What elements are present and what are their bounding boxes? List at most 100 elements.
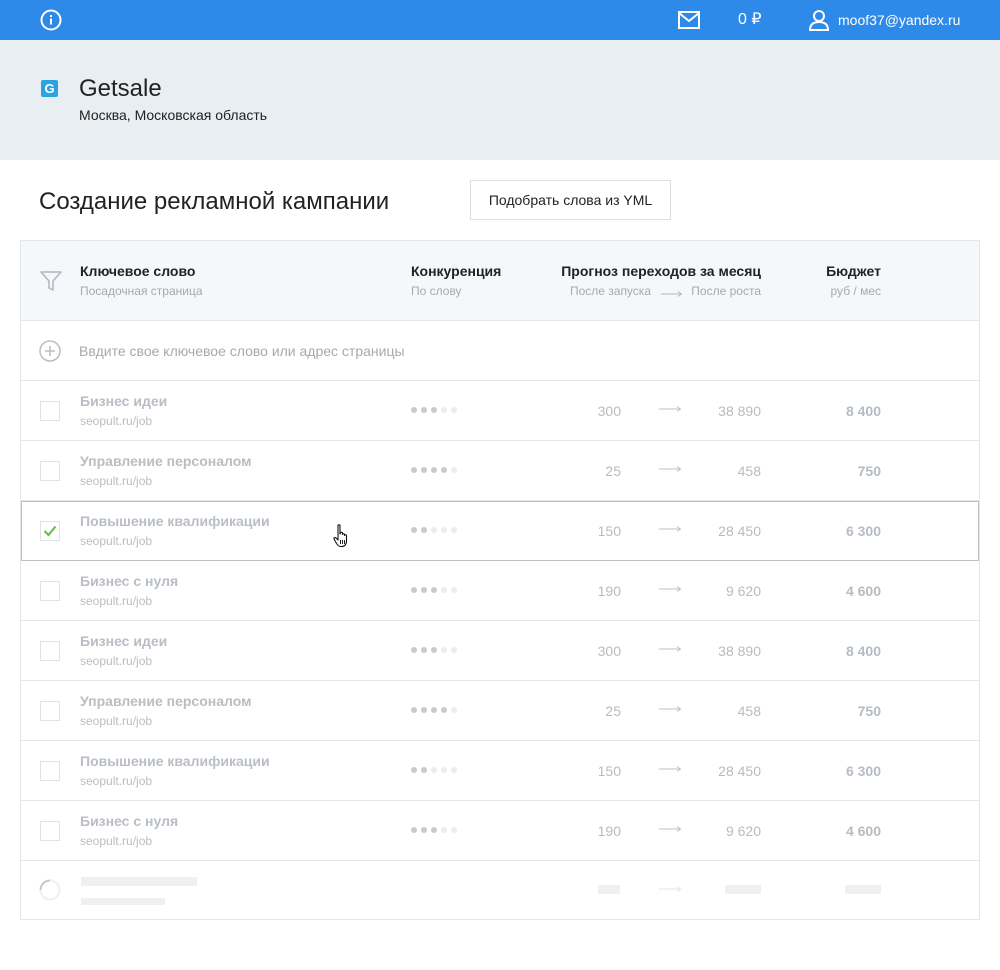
row-landing-url[interactable]: seopult.ru/job [80, 774, 152, 788]
row-keyword[interactable]: Бизнес с нуля [80, 573, 178, 589]
arrow-right-icon [659, 826, 682, 832]
row-landing-url[interactable]: seopult.ru/job [80, 714, 152, 728]
balance[interactable]: 0 ₽ [738, 10, 762, 30]
row-keyword[interactable]: Бизнес идеи [80, 633, 167, 649]
row-keyword[interactable]: Повышение квалификации [80, 513, 270, 529]
plus-circle-icon[interactable] [39, 340, 61, 362]
loading-spinner-icon [39, 879, 61, 901]
header-budget[interactable]: Бюджет [826, 263, 881, 279]
row-checkbox[interactable] [40, 401, 60, 421]
table-row[interactable]: Бизнес с нуля seopult.ru/job 190 9 620 4 600 [21, 561, 979, 621]
skeleton-budget [845, 885, 881, 894]
row-keyword[interactable]: Повышение квалификации [80, 753, 270, 769]
row-keyword[interactable]: Управление персоналом [80, 453, 251, 469]
competition-dot [421, 467, 427, 473]
competition-dot [441, 767, 447, 773]
row-landing-url[interactable]: seopult.ru/job [80, 474, 152, 488]
keywords-table: Ключевое слово Посадочная страница Конку… [20, 240, 980, 920]
competition-dot [451, 767, 457, 773]
row-forecast-grow: 458 [737, 463, 761, 479]
row-forecast-start: 300 [597, 643, 621, 659]
row-checkbox[interactable] [40, 521, 60, 541]
loading-row [21, 861, 979, 919]
competition-dot [431, 467, 437, 473]
row-forecast-start: 25 [605, 703, 621, 719]
competition-dot [431, 407, 437, 413]
competition-dot [411, 707, 417, 713]
competition-dot [421, 767, 427, 773]
pick-words-from-yml-button[interactable]: Подобрать слова из YML [470, 180, 671, 220]
competition-dot [421, 827, 427, 833]
competition-dot [451, 587, 457, 593]
row-checkbox[interactable] [40, 581, 60, 601]
user-email[interactable]: moof37@yandex.ru [838, 12, 960, 28]
header-competition-sub: По слову [411, 284, 462, 298]
mail-icon[interactable] [678, 11, 700, 29]
table-row[interactable]: Бизнес с нуля seopult.ru/job 190 9 620 4 600 [21, 801, 979, 861]
row-landing-url[interactable]: seopult.ru/job [80, 594, 152, 608]
competition-dots [411, 587, 461, 593]
header-forecast-start: После запуска [569, 284, 651, 298]
competition-dots [411, 467, 461, 473]
table-row[interactable]: Управление персоналом seopult.ru/job 25 458… [21, 681, 979, 741]
user-icon[interactable] [808, 9, 830, 31]
top-bar: 0 ₽ moof37@yandex.ru [0, 0, 1000, 40]
row-checkbox[interactable] [40, 461, 60, 481]
row-landing-url[interactable]: seopult.ru/job [80, 414, 152, 428]
company-region: Москва, Московская область [79, 107, 268, 123]
row-landing-url[interactable]: seopult.ru/job [80, 654, 152, 668]
table-row[interactable]: Повышение квалификации seopult.ru/job 150 2… [21, 501, 979, 561]
header-keyword[interactable]: Ключевое слово [80, 263, 195, 279]
add-keyword-row [21, 321, 979, 381]
row-budget: 8 400 [845, 403, 881, 419]
row-checkbox[interactable] [40, 761, 60, 781]
arrow-right-icon [659, 766, 682, 772]
competition-dot [411, 407, 417, 413]
competition-dot [451, 527, 457, 533]
competition-dot [421, 707, 427, 713]
competition-dots [411, 647, 461, 653]
competition-dot [411, 767, 417, 773]
skeleton-keyword [81, 877, 197, 886]
competition-dot [431, 767, 437, 773]
competition-dot [421, 527, 427, 533]
row-checkbox[interactable] [40, 821, 60, 841]
row-checkbox[interactable] [40, 701, 60, 721]
row-keyword[interactable]: Бизнес с нуля [80, 813, 178, 829]
competition-dot [441, 707, 447, 713]
row-budget: 4 600 [845, 583, 881, 599]
keyword-rows: Бизнес идеи seopult.ru/job 300 38 890 8 400 У… [21, 381, 979, 919]
competition-dot [441, 467, 447, 473]
row-keyword[interactable]: Бизнес идеи [80, 393, 167, 409]
header-competition[interactable]: Конкуренция [411, 263, 501, 279]
keyword-input[interactable] [79, 340, 579, 362]
header-forecast-grow: После роста [691, 284, 761, 298]
row-budget: 6 300 [845, 523, 881, 539]
header-forecast[interactable]: Прогноз переходов за месяц [561, 263, 761, 279]
table-row[interactable]: Управление персоналом seopult.ru/job 25 458… [21, 441, 979, 501]
table-row[interactable]: Бизнес идеи seopult.ru/job 300 38 890 8 400 [21, 381, 979, 441]
row-landing-url[interactable]: seopult.ru/job [80, 534, 152, 548]
table-row[interactable]: Повышение квалификации seopult.ru/job 150 2… [21, 741, 979, 801]
row-landing-url[interactable]: seopult.ru/job [80, 834, 152, 848]
table-row[interactable]: Бизнес идеи seopult.ru/job 300 38 890 8 400 [21, 621, 979, 681]
row-forecast-start: 190 [597, 583, 621, 599]
filter-icon[interactable] [39, 269, 63, 293]
header-budget-sub: руб / мес [830, 284, 881, 298]
competition-dot [411, 827, 417, 833]
company-logo: G [41, 80, 58, 97]
row-keyword[interactable]: Управление персоналом [80, 693, 251, 709]
competition-dot [441, 647, 447, 653]
row-forecast-start: 150 [597, 763, 621, 779]
row-forecast-grow: 28 450 [718, 523, 761, 539]
competition-dot [411, 467, 417, 473]
info-icon[interactable] [40, 9, 62, 31]
row-checkbox[interactable] [40, 641, 60, 661]
competition-dot [421, 587, 427, 593]
skeleton-grow [725, 885, 761, 894]
row-forecast-grow: 38 890 [718, 643, 761, 659]
competition-dot [441, 527, 447, 533]
competition-dot [431, 587, 437, 593]
competition-dots [411, 707, 461, 713]
competition-dots [411, 407, 461, 413]
